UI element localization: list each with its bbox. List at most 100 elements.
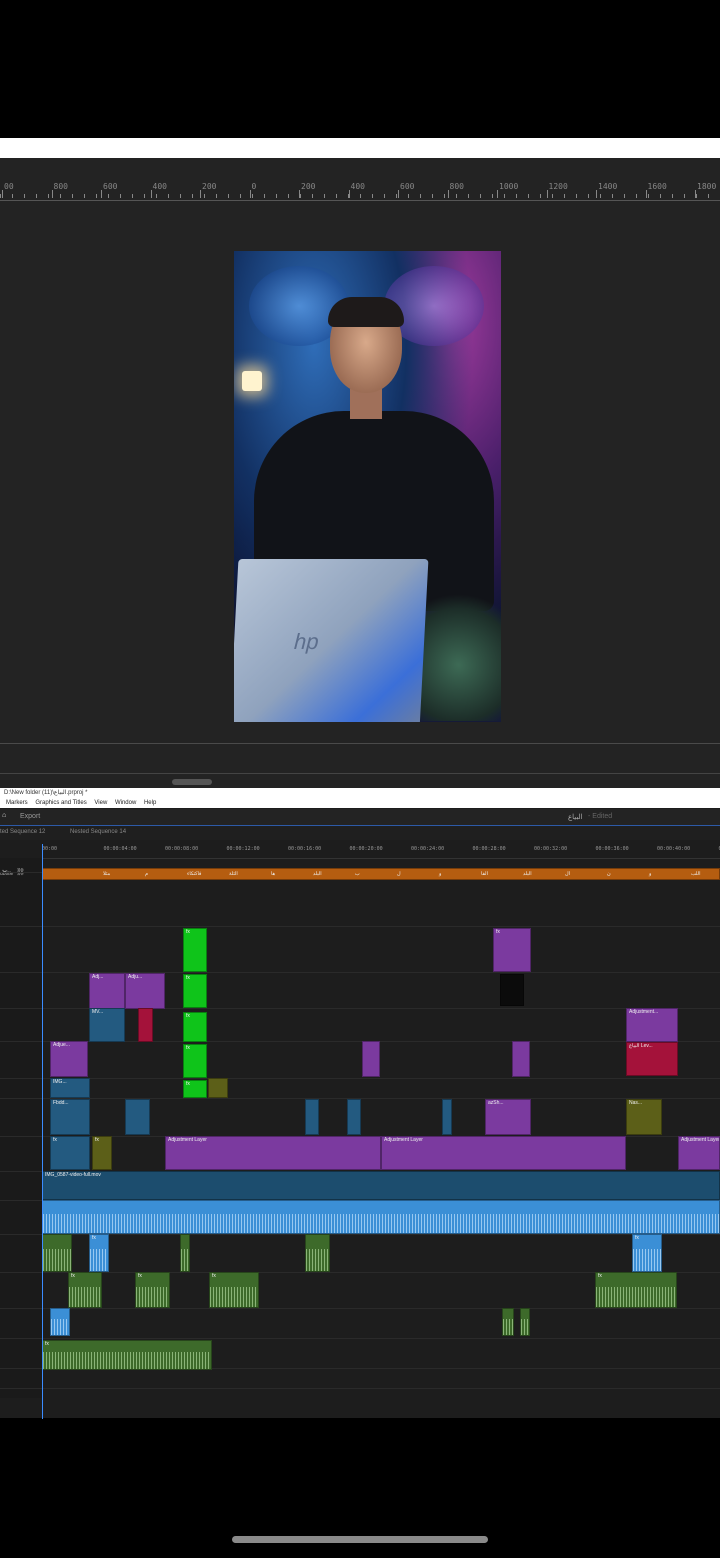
video-clip[interactable] xyxy=(500,974,524,1006)
audio-clip[interactable]: fx xyxy=(135,1272,170,1308)
horizontal-ruler: 00 800 600 400 200 0 200 400 600 800 1000 1200 1400 1… xyxy=(0,180,720,201)
adjustment-layer-clip[interactable]: Adjustment Layer xyxy=(381,1136,626,1170)
subtitle-caption[interactable]: و xyxy=(649,871,651,878)
green-clip[interactable]: fx xyxy=(183,1012,207,1042)
ruler-minor-tick xyxy=(168,194,169,198)
person-neck xyxy=(350,389,382,419)
ruler-tick xyxy=(398,190,399,198)
video-clip[interactable] xyxy=(208,1078,228,1098)
subtitle-caption[interactable]: الفا xyxy=(481,871,488,878)
ruler-minor-tick xyxy=(204,194,205,198)
ruler-minor-tick xyxy=(24,194,25,198)
subtitle-caption[interactable]: فاكتكاء xyxy=(187,871,201,878)
ruler-label: 200 xyxy=(202,182,217,191)
audio-clip[interactable] xyxy=(502,1308,514,1336)
ruler-tick xyxy=(447,190,449,198)
ruler-minor-tick xyxy=(252,194,253,198)
playhead[interactable] xyxy=(42,844,43,1419)
video-preview[interactable]: hp xyxy=(234,251,501,722)
video-clip[interactable]: fx xyxy=(92,1136,112,1170)
subtitle-caption[interactable]: الثلة xyxy=(229,871,238,878)
audio-clip[interactable] xyxy=(50,1308,70,1336)
ruler-tick xyxy=(101,190,102,198)
adjustment-clip[interactable]: Adj... xyxy=(89,973,125,1009)
ruler-minor-tick xyxy=(72,194,73,198)
ruler-label: 0 xyxy=(251,182,257,191)
subtitle-caption[interactable]: ل xyxy=(397,871,401,878)
audio-track-a1[interactable] xyxy=(42,1200,720,1234)
audio-clip[interactable] xyxy=(180,1234,190,1272)
scrub-handle[interactable] xyxy=(172,779,212,785)
video-clip[interactable]: IMG... xyxy=(50,1078,90,1098)
subtitle-caption[interactable]: البلد xyxy=(313,871,322,878)
video-clip[interactable] xyxy=(442,1099,452,1135)
home-indicator[interactable] xyxy=(232,1536,488,1543)
ruler-minor-tick xyxy=(228,194,229,198)
ruler-tick xyxy=(546,190,548,198)
level-clip[interactable]: البياع Lev... xyxy=(626,1042,678,1076)
adjustment-clip[interactable]: azSh... xyxy=(485,1099,531,1135)
adjustment-clip[interactable]: Adjustment... xyxy=(626,1008,678,1042)
ruler-minor-tick xyxy=(636,194,637,198)
track-lane-divider xyxy=(0,1388,720,1389)
ruler-minor-tick xyxy=(504,194,505,198)
red-clip[interactable] xyxy=(138,1008,153,1042)
audio-clip[interactable]: fx xyxy=(595,1272,677,1308)
ruler-label: 00 xyxy=(4,182,14,191)
subtitle-caption[interactable]: ن xyxy=(607,871,611,878)
ruler-minor-tick xyxy=(324,194,325,198)
video-clip[interactable] xyxy=(347,1099,361,1135)
subtitle-caption[interactable]: ها xyxy=(271,871,275,878)
ruler-minor-tick xyxy=(576,194,577,198)
music-clip[interactable]: fx xyxy=(42,1340,212,1370)
monitor-scrubber[interactable] xyxy=(0,773,720,788)
video-clip[interactable]: Fbdd... xyxy=(50,1099,90,1135)
audio-clip[interactable] xyxy=(42,1234,72,1272)
video-clip[interactable]: fx xyxy=(50,1136,90,1170)
subtitle-caption[interactable]: و xyxy=(439,871,441,878)
adjustment-clip[interactable]: Adjue... xyxy=(50,1041,88,1077)
green-clip[interactable]: fx xyxy=(183,928,207,972)
adjustment-clip[interactable] xyxy=(362,1041,380,1077)
subtitle-caption[interactable]: م xyxy=(145,871,148,878)
ruler-minor-tick xyxy=(336,194,337,198)
laptop-logo: hp xyxy=(293,629,320,654)
track-lane-divider xyxy=(0,1308,720,1309)
ruler-minor-tick xyxy=(648,194,649,198)
video-clip[interactable]: MV... xyxy=(89,1008,125,1042)
subtitle-caption[interactable]: ال xyxy=(565,871,570,878)
subtitle-caption[interactable]: اللب xyxy=(691,871,700,878)
adjustment-clip[interactable]: fx xyxy=(493,928,531,972)
audio-clip[interactable] xyxy=(520,1308,530,1336)
ruler-minor-tick xyxy=(300,194,301,198)
ruler-minor-tick xyxy=(516,194,517,198)
audio-clip[interactable] xyxy=(305,1234,330,1272)
video-clip[interactable]: Nas... xyxy=(626,1099,662,1135)
green-clip[interactable]: fx xyxy=(183,1080,207,1098)
ruler-minor-tick xyxy=(624,194,625,198)
video-clip[interactable] xyxy=(305,1099,319,1135)
monitor-divider xyxy=(0,743,720,744)
green-clip[interactable]: fx xyxy=(183,974,207,1008)
audio-clip[interactable]: fx xyxy=(209,1272,259,1308)
ruler-minor-tick xyxy=(660,194,661,198)
subtitle-caption[interactable]: ب xyxy=(355,871,360,878)
subtitle-track-strip[interactable]: مثلا م فاكتكاء الثلة ها البلد ب ل و الفا البلد ال ن و… xyxy=(42,868,720,880)
adjustment-layer-clip[interactable]: Adjustment Layer xyxy=(678,1136,720,1170)
ruler-minor-tick xyxy=(444,194,445,198)
subtitle-caption[interactable]: مثلا xyxy=(103,871,110,878)
audio-clip[interactable]: fx xyxy=(632,1234,662,1272)
subtitle-caption[interactable]: البلد xyxy=(523,871,532,878)
adjustment-layer-clip[interactable]: Adjustment Layer xyxy=(165,1136,381,1170)
ruler-minor-tick xyxy=(84,194,85,198)
monitor-top-strip xyxy=(0,138,720,158)
adjustment-clip[interactable] xyxy=(512,1041,530,1077)
video-clip[interactable] xyxy=(125,1099,150,1135)
ruler-minor-tick xyxy=(372,194,373,198)
audio-clip[interactable]: fx xyxy=(68,1272,102,1308)
ruler-label: 1600 xyxy=(647,182,667,191)
green-clip[interactable]: fx xyxy=(183,1044,207,1078)
main-video-track[interactable]: IMG_0587-video-full.mov xyxy=(42,1171,720,1200)
audio-clip[interactable]: fx xyxy=(89,1234,109,1272)
adjustment-clip[interactable]: Adju... xyxy=(125,973,165,1009)
